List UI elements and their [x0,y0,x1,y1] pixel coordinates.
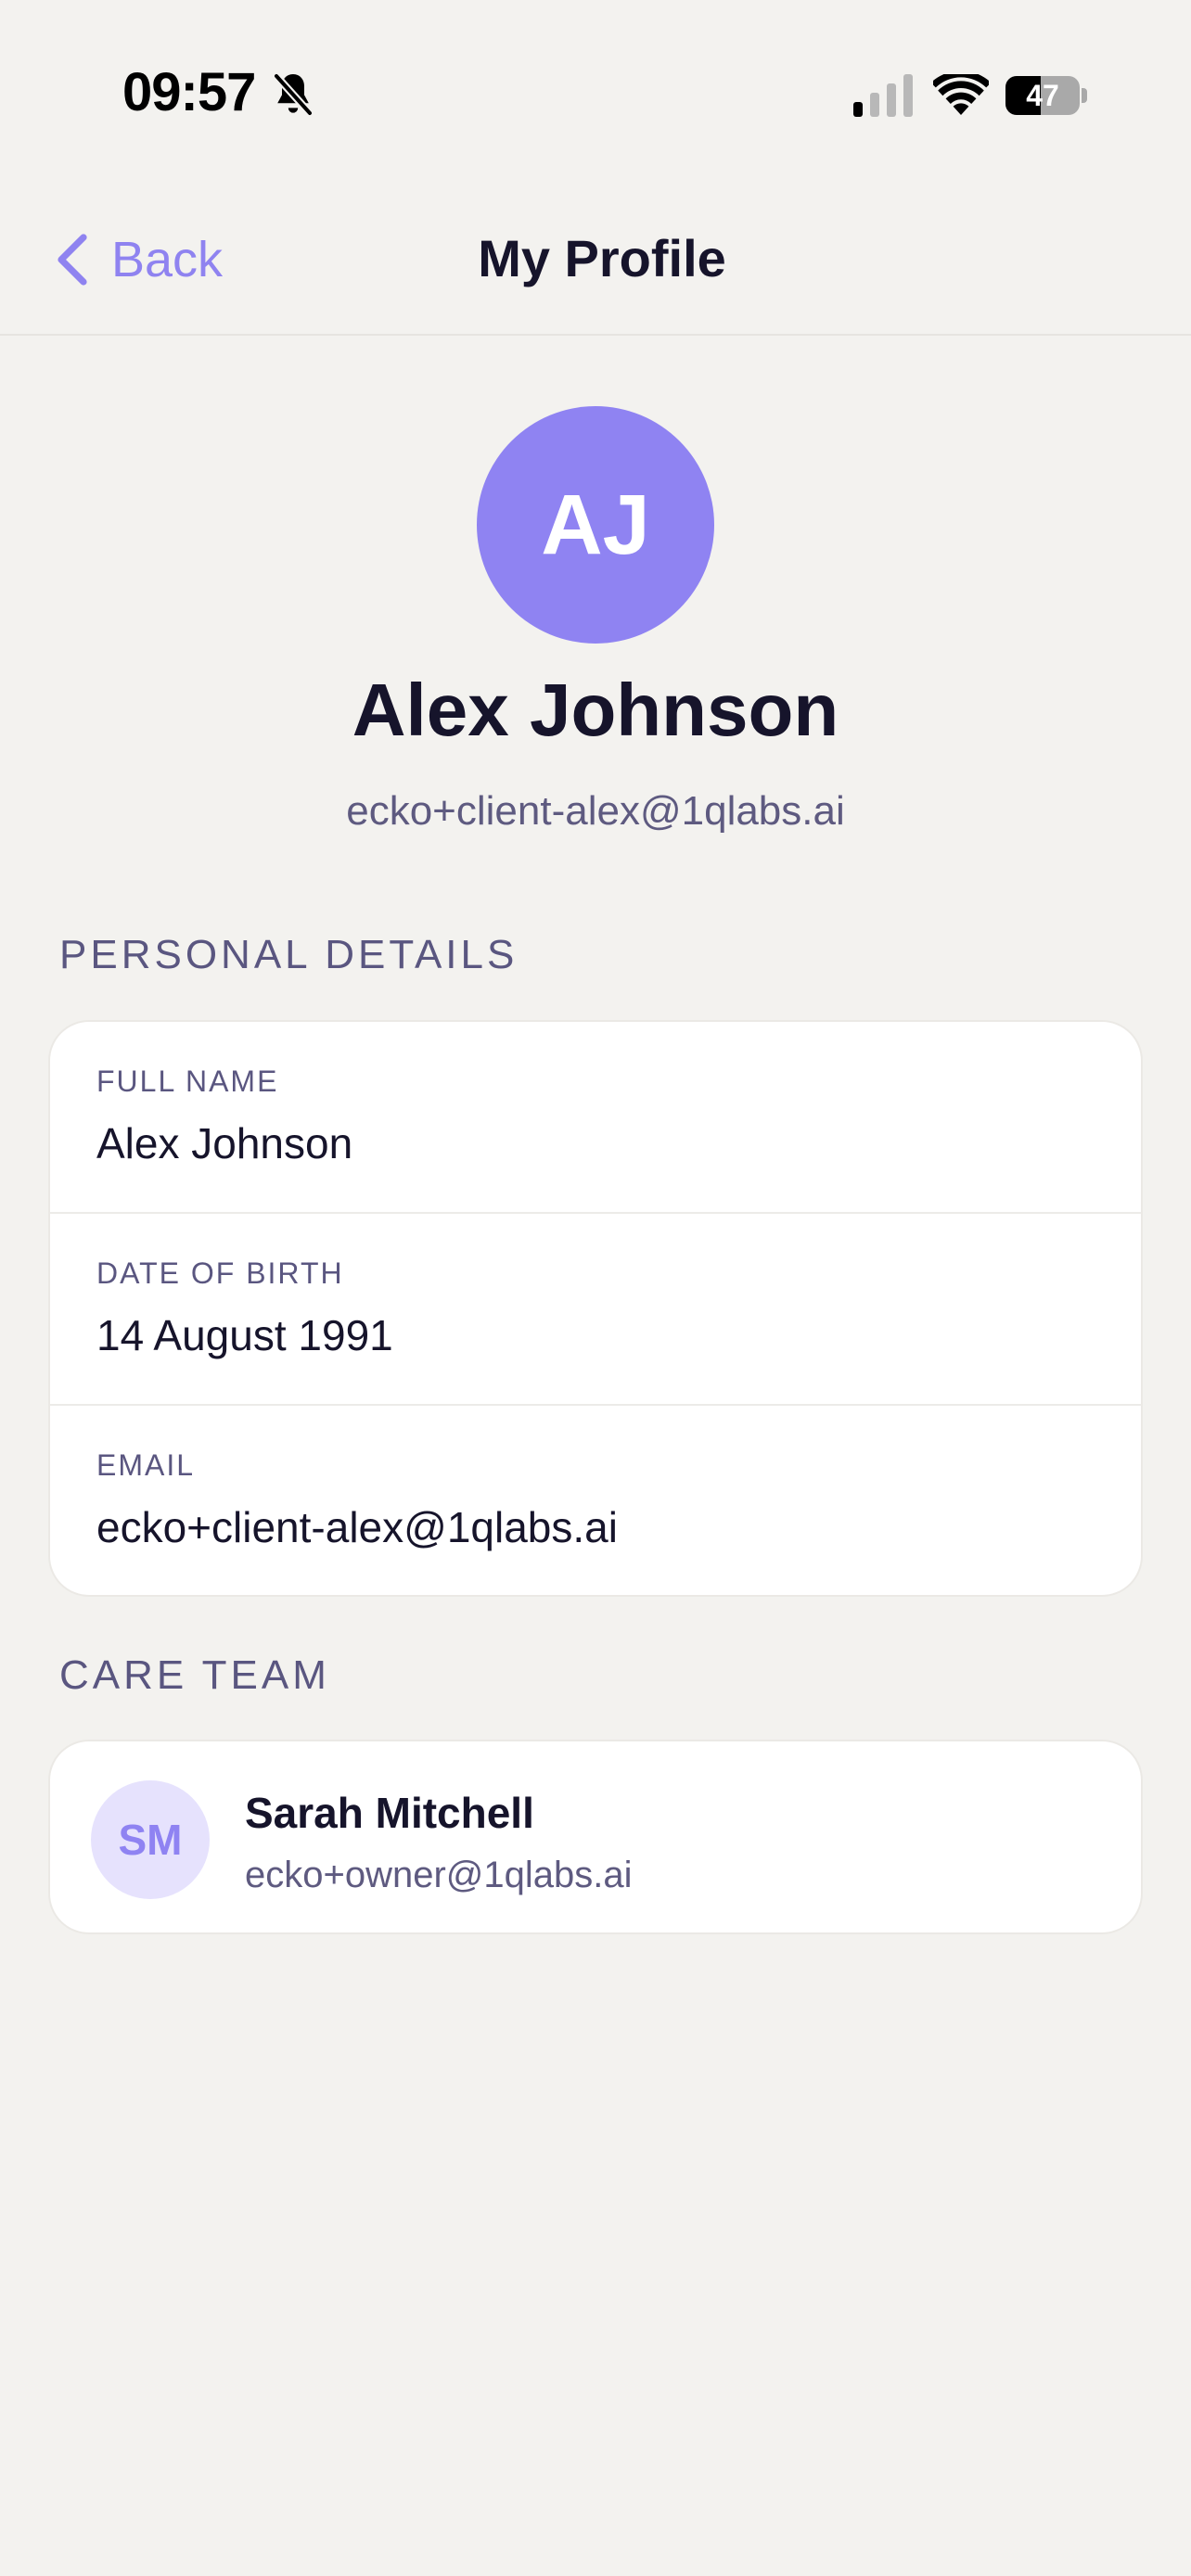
detail-label: DATE OF BIRTH [96,1256,344,1290]
detail-value: Alex Johnson [96,1119,353,1167]
cellular-signal-icon [853,74,913,117]
care-team-member[interactable]: SM Sarah Mitchell ecko+owner@1qlabs.ai [50,1741,1141,1932]
status-time: 09:57 [122,62,256,122]
detail-value: 14 August 1991 [96,1311,393,1359]
battery-level: 47 [1026,79,1059,112]
navigation-bar: Back My Profile [0,185,1191,336]
detail-row-date-of-birth: DATE OF BIRTH 14 August 1991 [50,1214,1141,1406]
detail-label: FULL NAME [96,1065,279,1098]
page-title: My Profile [478,229,726,287]
detail-row-full-name: FULL NAME Alex Johnson [50,1022,1141,1214]
bell-slash-icon [272,71,314,118]
member-email: ecko+owner@1qlabs.ai [245,1855,633,1895]
status-bar: 09:57 47 [0,0,1191,185]
detail-row-email: EMAIL ecko+client-alex@1qlabs.ai [50,1406,1141,1595]
care-team-card: SM Sarah Mitchell ecko+owner@1qlabs.ai [48,1740,1143,1934]
personal-details-heading: PERSONAL DETAILS [59,932,519,977]
care-team-heading: CARE TEAM [59,1652,330,1698]
detail-label: EMAIL [96,1448,196,1482]
profile-email: ecko+client-alex@1qlabs.ai [346,788,845,834]
battery-icon: 47 [1005,76,1087,115]
detail-value: ecko+client-alex@1qlabs.ai [96,1503,618,1551]
member-avatar: SM [91,1780,210,1899]
wifi-icon [933,74,989,115]
avatar: AJ [477,406,714,644]
member-name: Sarah Mitchell [245,1789,534,1837]
profile-name: Alex Johnson [352,669,839,751]
personal-details-card: FULL NAME Alex Johnson DATE OF BIRTH 14 … [48,1020,1143,1597]
